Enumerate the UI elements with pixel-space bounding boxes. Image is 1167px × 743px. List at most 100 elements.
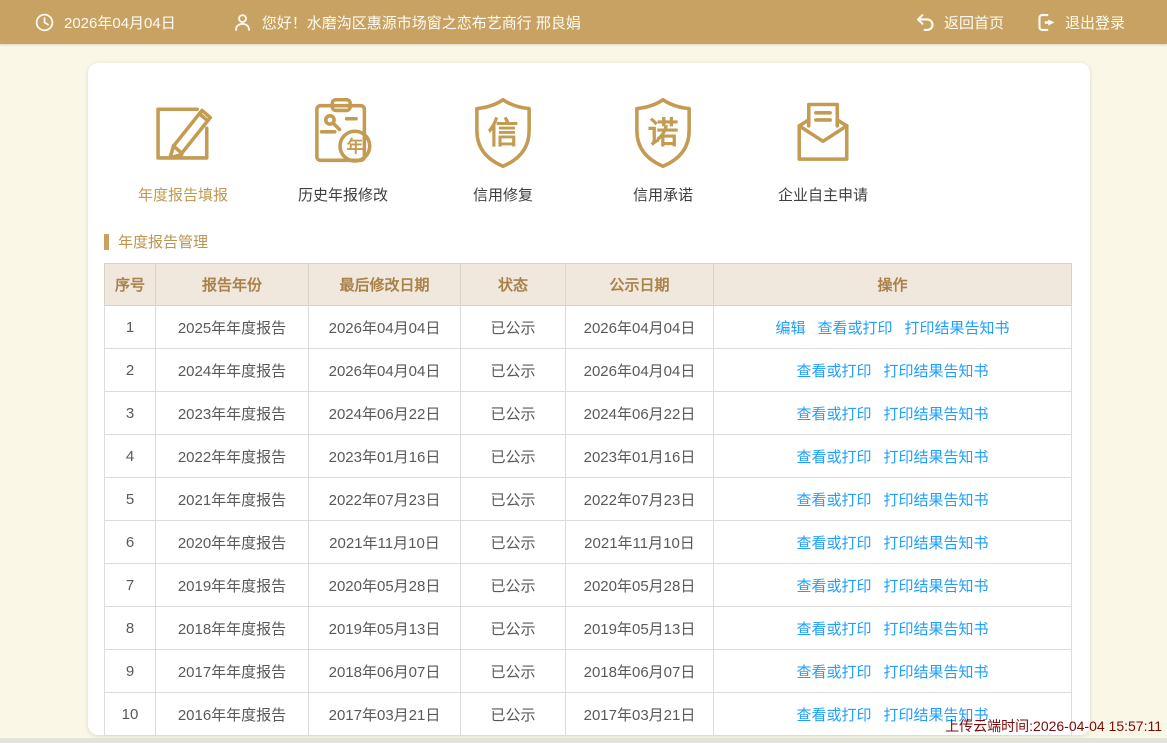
history-report-edit-icon: 年 (315, 97, 372, 163)
col-header-actions: 操作 (713, 263, 1072, 306)
status-cell: 已公示 (460, 305, 566, 349)
view-print-link[interactable]: 查看或打印 (796, 449, 871, 466)
quick-action-label: 企业自主申请 (777, 187, 868, 204)
publish-date-cell: 2017年03月21日 (565, 692, 714, 736)
table-row: 4 2022年年度报告 2023年01月16日 已公示 2023年01月16日 查看或打印… (104, 434, 1072, 478)
table-header-row: 序号 报告年份 最后修改日期 状态 公示日期 操作 (104, 263, 1072, 306)
row-index: 5 (104, 477, 156, 521)
view-print-link[interactable]: 查看或打印 (796, 363, 871, 380)
annual-report-table: 序号 报告年份 最后修改日期 状态 公示日期 操作 1 2025年年度报告 2026… (104, 263, 1072, 736)
row-index: 2 (104, 348, 156, 392)
row-index: 1 (104, 305, 156, 349)
status-cell: 已公示 (460, 606, 566, 650)
logout-icon (1038, 13, 1055, 31)
print-result-link[interactable]: 打印结果告知书 (905, 320, 1010, 337)
report-year-cell: 2021年年度报告 (155, 477, 309, 521)
col-header-index: 序号 (104, 263, 156, 306)
credit-repair-glyph: 信 (488, 116, 519, 151)
table-row: 8 2018年年度报告 2019年05月13日 已公示 2019年05月13日 查看或打印… (104, 606, 1072, 650)
view-print-link[interactable]: 查看或打印 (796, 621, 871, 638)
view-print-link[interactable]: 查看或打印 (796, 664, 871, 681)
current-date: 2026年04月04日 (64, 14, 176, 32)
quick-action-enterprise-apply[interactable]: 企业自主申请 (743, 91, 903, 205)
report-year-cell: 2019年年度报告 (155, 563, 309, 607)
view-print-link[interactable]: 查看或打印 (796, 578, 871, 595)
back-home-button[interactable]: 返回首页 (915, 12, 1004, 33)
report-year-cell: 2022年年度报告 (155, 434, 309, 478)
user-greeting: 您好！水磨沟区惠源市场窗之恋布艺商行 邢良娟 (261, 14, 581, 32)
topbar-greeting: 您好！水磨沟区惠源市场窗之恋布艺商行 邢良娟 (232, 12, 581, 33)
credit-repair-shield-icon: 信 (475, 97, 531, 169)
bottom-strip (0, 738, 1167, 743)
modified-date-cell: 2020年05月28日 (308, 563, 461, 607)
view-print-link[interactable]: 查看或打印 (796, 492, 871, 509)
edit-link[interactable]: 编辑 (775, 320, 805, 337)
enterprise-apply-envelope-icon (797, 102, 849, 161)
publish-date-cell: 2026年04月04日 (565, 348, 714, 392)
print-result-link[interactable]: 打印结果告知书 (884, 449, 989, 466)
row-index: 4 (104, 434, 156, 478)
report-year-cell: 2024年年度报告 (155, 348, 309, 392)
row-index: 9 (104, 649, 156, 693)
actions-cell: 查看或打印 打印结果告知书 (713, 477, 1072, 521)
section-accent-bar (104, 233, 109, 250)
row-index: 6 (104, 520, 156, 564)
table-row: 6 2020年年度报告 2021年11月10日 已公示 2021年11月10日 查看或打印… (104, 520, 1072, 564)
quick-action-annual-report-fill[interactable]: 年度报告填报 (103, 91, 263, 205)
section-heading: 年度报告管理 (104, 231, 1090, 252)
table-row: 7 2019年年度报告 2020年05月28日 已公示 2020年05月28日 查看或打印… (104, 563, 1072, 607)
status-cell: 已公示 (460, 434, 566, 478)
upload-time-label: 上传云端时间:2026-04-04 15:57:11 (945, 718, 1162, 734)
col-header-report-year: 报告年份 (155, 263, 309, 306)
publish-date-cell: 2019年05月13日 (565, 606, 714, 650)
quick-action-label: 信用承诺 (632, 187, 693, 204)
modified-date-cell: 2019年05月13日 (308, 606, 461, 650)
row-index: 7 (104, 563, 156, 607)
print-result-link[interactable]: 打印结果告知书 (884, 578, 989, 595)
print-result-link[interactable]: 打印结果告知书 (884, 621, 989, 638)
table-row: 5 2021年年度报告 2022年07月23日 已公示 2022年07月23日 查看或打印… (104, 477, 1072, 521)
publish-date-cell: 2020年05月28日 (565, 563, 714, 607)
publish-date-cell: 2024年06月22日 (565, 391, 714, 435)
credit-promise-shield-icon: 诺 (635, 97, 691, 169)
status-cell: 已公示 (460, 692, 566, 736)
quick-action-label: 信用修复 (472, 187, 533, 204)
quick-action-history-report-edit[interactable]: 年 历史年报修改 (263, 91, 423, 205)
print-result-link[interactable]: 打印结果告知书 (884, 363, 989, 380)
col-header-status: 状态 (460, 263, 566, 306)
report-year-cell: 2016年年度报告 (155, 692, 309, 736)
status-cell: 已公示 (460, 520, 566, 564)
modified-date-cell: 2018年06月07日 (308, 649, 461, 693)
view-print-link[interactable]: 查看或打印 (796, 535, 871, 552)
logout-label: 退出登录 (1064, 14, 1125, 32)
quick-action-credit-promise[interactable]: 诺 信用承诺 (583, 91, 743, 205)
view-print-link[interactable]: 查看或打印 (817, 320, 892, 337)
back-home-label: 返回首页 (943, 14, 1004, 32)
user-icon (234, 13, 250, 31)
credit-promise-glyph: 诺 (648, 116, 679, 151)
main-card: 年度报告填报 年 历史年报修改 信 信用修复 诺 信用承诺 企业自主申请 年度报… (88, 63, 1090, 736)
quick-action-label: 历史年报修改 (297, 187, 388, 204)
row-index: 3 (104, 391, 156, 435)
view-print-link[interactable]: 查看或打印 (796, 406, 871, 423)
status-cell: 已公示 (460, 649, 566, 693)
report-year-cell: 2025年年度报告 (155, 305, 309, 349)
print-result-link[interactable]: 打印结果告知书 (884, 492, 989, 509)
print-result-link[interactable]: 打印结果告知书 (884, 535, 989, 552)
publish-date-cell: 2026年04月04日 (565, 305, 714, 349)
logout-button[interactable]: 退出登录 (1036, 12, 1125, 33)
print-result-link[interactable]: 打印结果告知书 (884, 406, 989, 423)
modified-date-cell: 2017年03月21日 (308, 692, 461, 736)
print-result-link[interactable]: 打印结果告知书 (884, 664, 989, 681)
modified-date-cell: 2021年11月10日 (308, 520, 461, 564)
publish-date-cell: 2022年07月23日 (565, 477, 714, 521)
topbar-date: 2026年04月04日 (34, 12, 176, 33)
modified-date-cell: 2024年06月22日 (308, 391, 461, 435)
status-cell: 已公示 (460, 563, 566, 607)
quick-action-credit-repair[interactable]: 信 信用修复 (423, 91, 583, 205)
actions-cell: 查看或打印 打印结果告知书 (713, 348, 1072, 392)
view-print-link[interactable]: 查看或打印 (796, 707, 871, 724)
status-cell: 已公示 (460, 477, 566, 521)
report-year-cell: 2017年年度报告 (155, 649, 309, 693)
annual-report-fill-icon (156, 107, 213, 160)
